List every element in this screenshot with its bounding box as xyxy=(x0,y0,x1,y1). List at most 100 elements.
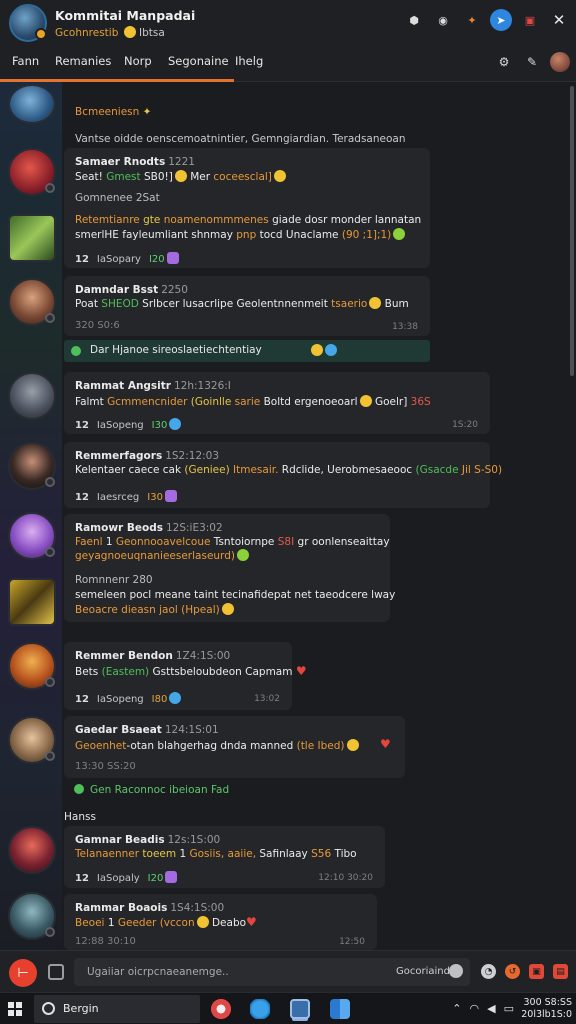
gift-icon[interactable]: ▤ xyxy=(553,964,568,979)
message-bubble[interactable]: Gamnar Beadis 12s:1S:00 Telanaenner toeem… xyxy=(64,826,385,888)
gear-icon[interactable]: ⚙ xyxy=(494,52,514,72)
text-span: 1 xyxy=(179,848,187,860)
messenger-icon[interactable]: ➤ xyxy=(490,9,512,31)
message-stamp: 13:02 xyxy=(254,694,280,704)
taskbar-browser-icon[interactable] xyxy=(250,999,270,1019)
member-avatar[interactable] xyxy=(8,84,56,124)
message-line: Poat SHEOD Srlbcer lusacrlipe Geolentnne… xyxy=(75,297,409,310)
member-avatar[interactable] xyxy=(8,214,56,262)
message-bubble[interactable]: Rammar Boaois 1S4:1S:00 Beoei 1 Geeder (v… xyxy=(64,894,377,950)
emoji-icon xyxy=(221,603,234,615)
attach-icon[interactable] xyxy=(48,964,64,980)
text-span: Beoei xyxy=(75,917,105,929)
reaction-label[interactable]: IaSopeng xyxy=(97,694,144,705)
tab-segonaine[interactable]: Segonaine xyxy=(168,54,229,68)
reaction-icon[interactable] xyxy=(164,490,177,502)
message-author: Rammar Boaois 1S4:1S:00 xyxy=(75,902,224,914)
author-name: Gamnar Beadis xyxy=(75,834,165,846)
author-name: Damndar Bsst xyxy=(75,284,159,296)
add-button[interactable]: ⊢ xyxy=(9,959,37,987)
scroll-thumb[interactable] xyxy=(570,86,574,376)
gif-icon[interactable]: ↺ xyxy=(505,964,520,979)
taskbar-clock[interactable]: 300 S8:SS 20l3lb1S:0 xyxy=(521,997,572,1021)
title-bar: Kommitai Manpadai Gcohnrestib Ibtsa ⬢ ◉ … xyxy=(0,0,576,44)
user-avatar[interactable] xyxy=(550,52,570,72)
chat-scrollbar[interactable] xyxy=(568,82,576,950)
member-avatar[interactable] xyxy=(8,372,56,420)
member-avatar[interactable] xyxy=(8,642,56,690)
member-avatar[interactable] xyxy=(8,892,56,940)
taskbar-app-icon[interactable] xyxy=(211,999,231,1019)
message-line: Falmt Gcmmencnider (Goinlle sarie Boltd … xyxy=(75,395,431,408)
message-bubble[interactable]: Remmer Bendon 1Z4:1S:00 Bets (Eastem) Gst… xyxy=(64,642,307,710)
chevron-up-icon[interactable]: ⌃ xyxy=(452,1002,461,1015)
text-span: smerlHE xyxy=(75,229,119,241)
reaction-label[interactable]: IaSopary xyxy=(97,254,141,265)
reaction-icon[interactable] xyxy=(169,418,182,430)
settings-icon[interactable]: ⬢ xyxy=(403,9,425,31)
reaction-icon[interactable] xyxy=(169,692,182,704)
member-avatar[interactable] xyxy=(8,716,56,764)
system-notice[interactable]: Dar Hjanoe sireoslaetiechtentiay xyxy=(64,340,430,362)
text-span: Seat! xyxy=(75,171,103,183)
send-label[interactable]: Gocoriaind xyxy=(396,966,450,977)
text-span: Mer xyxy=(190,171,211,183)
tab-ihelg[interactable]: Ihelg xyxy=(235,54,263,68)
member-avatar[interactable] xyxy=(8,278,56,326)
text-span: (Gsacde xyxy=(415,464,459,476)
message-author: Samaer Rnodts 1221 xyxy=(75,156,195,168)
member-avatar[interactable] xyxy=(8,512,56,560)
message-bubble[interactable]: Ramowr Beods 12S:iE3:02 Faenl 1 Geonnooav… xyxy=(64,514,395,622)
os-taskbar: Bergin ⌃ ◠ ◀ ▭ 300 S8:SS 20l3lb1S:0 xyxy=(0,992,576,1024)
search-icon[interactable]: ◉ xyxy=(432,9,454,31)
message-bubble[interactable]: Remmerfagors 1S2:12:03 Kelentaer caece ca… xyxy=(64,442,502,508)
message-time: 1Z4:1S:00 xyxy=(175,650,231,662)
volume-icon[interactable]: ◀ xyxy=(487,1002,495,1015)
emoji-picker-icon[interactable]: ◔ xyxy=(481,964,496,979)
message-bubble[interactable]: Rammat Angsitr 12h:1326:I Falmt Gcmmencni… xyxy=(64,372,490,434)
app-avatar[interactable] xyxy=(9,4,47,42)
battery-icon[interactable]: ▭ xyxy=(504,1002,514,1015)
taskbar-explorer-icon[interactable] xyxy=(290,999,310,1019)
member-avatar[interactable] xyxy=(8,578,56,626)
message-bubble[interactable]: Damndar Bsst 2250 Poat SHEOD Srlbcer lusa… xyxy=(64,276,430,336)
taskbar-search[interactable]: Bergin xyxy=(34,995,200,1023)
send-icon[interactable] xyxy=(449,964,463,978)
record-icon[interactable]: ▣ xyxy=(519,9,541,31)
reply-count: 12 xyxy=(75,254,89,265)
member-avatar[interactable] xyxy=(8,826,56,874)
message-line: Gomnenee 2Sat xyxy=(75,192,160,204)
member-avatar[interactable] xyxy=(8,148,56,196)
reaction-icon[interactable] xyxy=(165,871,178,883)
pin-icon[interactable]: ✦ xyxy=(461,9,483,31)
start-menu-icon[interactable] xyxy=(8,1002,22,1016)
search-label: Bergin xyxy=(63,1002,99,1015)
message-bubble[interactable]: Gaedar Bsaeat 124:1S:01 Geoenhet-otan bla… xyxy=(64,716,405,778)
message-author: Remmer Bendon 1Z4:1S:00 xyxy=(75,650,230,662)
app-title: Kommitai Manpadai xyxy=(55,8,196,23)
tab-norp[interactable]: Norp xyxy=(124,54,152,68)
close-icon[interactable]: ✕ xyxy=(548,9,570,31)
author-name: Rammat Angsitr xyxy=(75,380,171,392)
reaction-label[interactable]: IaSopaly xyxy=(97,873,140,884)
text-span: Gmest xyxy=(106,171,141,183)
reaction-label[interactable]: Iaesrceg xyxy=(97,492,139,503)
sticker-icon[interactable]: ▣ xyxy=(529,964,544,979)
reaction-count: I20 xyxy=(148,254,165,265)
message-bubble[interactable]: Samaer Rnodts 1221 Seat! Gmest SB0!] Mer … xyxy=(64,148,430,268)
message-meta: 12 IaSopaly I20 xyxy=(75,871,178,884)
wifi-icon[interactable]: ◠ xyxy=(470,1002,480,1015)
edit-icon[interactable]: ✎ xyxy=(522,52,542,72)
text-span: Jil S-S0) xyxy=(461,464,503,476)
reaction-count: I30 xyxy=(151,420,168,431)
reaction-label[interactable]: IaSopeng xyxy=(97,420,144,431)
member-avatar[interactable] xyxy=(8,442,56,490)
tab-remanies[interactable]: Remanies xyxy=(55,54,111,68)
text-span: aaiie, xyxy=(227,848,257,860)
message-line: Romnnenr 280 xyxy=(75,574,153,586)
reaction-icon[interactable] xyxy=(166,252,179,264)
heart-icon[interactable]: ♥ xyxy=(380,737,391,751)
taskbar-store-icon[interactable] xyxy=(330,999,350,1019)
search-icon xyxy=(42,1002,55,1015)
tab-fann[interactable]: Fann xyxy=(12,54,39,68)
